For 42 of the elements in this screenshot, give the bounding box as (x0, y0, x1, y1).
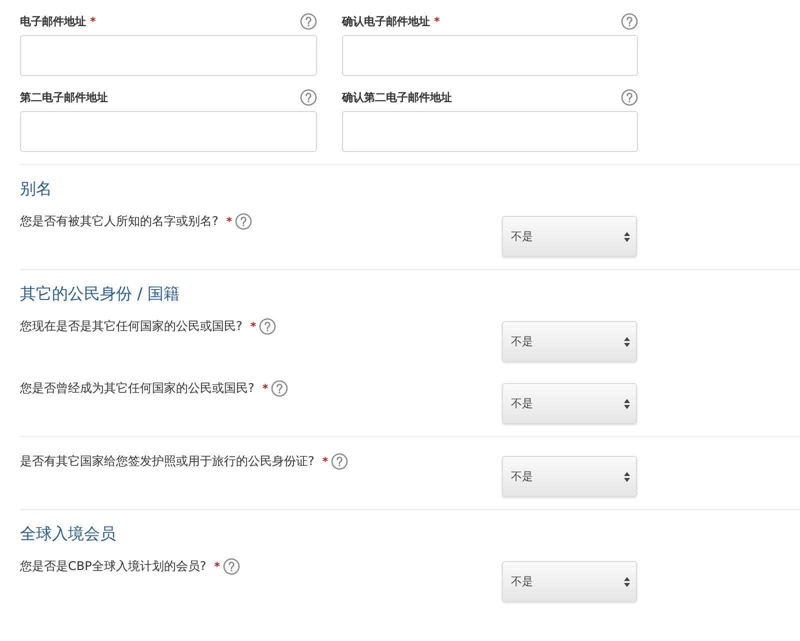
required-mark: * (262, 382, 268, 395)
required-mark: * (226, 215, 232, 228)
field-label: 第二电子邮件地址 (20, 90, 108, 104)
dropdown[interactable]: 不是 (502, 383, 637, 424)
email-field[interactable] (342, 35, 638, 76)
help-icon[interactable] (621, 12, 638, 30)
caret-icon (624, 232, 630, 242)
required-mark: * (250, 320, 256, 333)
question-text: 您是否曾经成为其它任何国家的公民或国民? (20, 380, 254, 397)
help-icon[interactable] (331, 453, 348, 470)
required-mark: * (322, 455, 328, 468)
question-text: 是否有其它国家给您签发护照或用于旅行的公民身份证? (20, 453, 314, 470)
dropdown[interactable]: 不是 (502, 561, 637, 602)
question-text: 您是否是CBP全球入境计划的会员? (20, 558, 206, 575)
help-icon[interactable] (235, 213, 252, 230)
dropdown[interactable]: 不是 (502, 321, 637, 362)
email-field[interactable] (342, 111, 638, 152)
field-label: 确认第二电子邮件地址 (342, 90, 452, 104)
dropdown[interactable]: 不是 (502, 216, 637, 257)
caret-icon (624, 472, 630, 482)
help-icon[interactable] (222, 558, 240, 575)
help-icon[interactable] (300, 88, 317, 106)
section-heading: 别名 (20, 179, 53, 200)
required-mark: * (90, 14, 96, 28)
section-heading: 其它的公民身份 / 国籍 (20, 284, 181, 305)
required-mark: * (434, 14, 440, 28)
required-mark: * (214, 560, 220, 573)
field-label: 确认电子邮件地址 (342, 14, 430, 28)
help-icon[interactable] (259, 318, 276, 335)
question-text: 您是否有被其它人所知的名字或别名? (20, 213, 218, 230)
caret-icon (624, 336, 630, 346)
section-heading: 全球入境会员 (20, 524, 117, 545)
caret-icon (624, 576, 630, 586)
email-field[interactable] (20, 35, 317, 76)
field-label: 电子邮件地址 (20, 14, 86, 28)
dropdown[interactable]: 不是 (502, 456, 637, 497)
question-text: 您现在是否是其它任何国家的公民或国民? (20, 318, 242, 335)
email-field[interactable] (20, 111, 317, 152)
help-icon[interactable] (271, 380, 288, 397)
caret-icon (624, 398, 630, 408)
help-icon[interactable] (621, 88, 638, 106)
help-icon[interactable] (300, 12, 317, 30)
